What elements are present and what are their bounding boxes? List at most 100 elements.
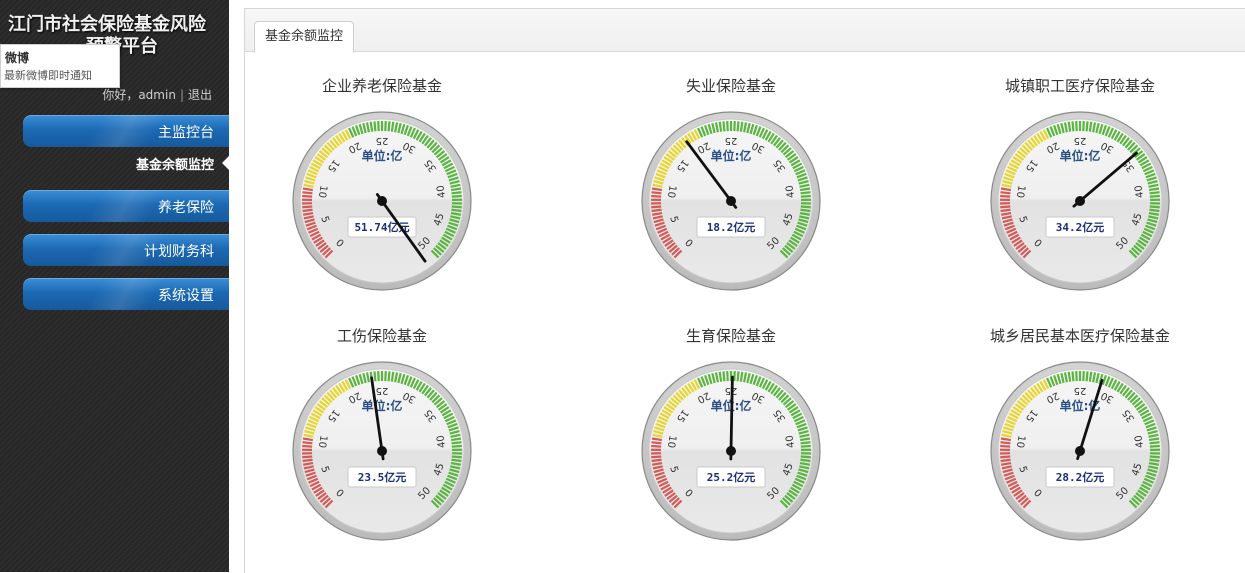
gauge-zone-tick [1000, 442, 1010, 443]
tab-bar: 基金余额监控 [245, 9, 1245, 52]
gauge-zone-tick [451, 460, 461, 461]
gauge-tick-label: 25 [725, 135, 738, 146]
gauge-zone-tick [1001, 188, 1011, 190]
gauge-dial: 05101520253035404550单位:亿23.5亿元 [291, 360, 473, 542]
gauge-zone-tick [800, 210, 810, 211]
gauge-zone-tick [302, 206, 312, 207]
gauge-zone-tick [652, 438, 662, 440]
gauge-zone-tick [1150, 442, 1160, 443]
gauge-zone-tick [800, 188, 810, 190]
gauge-zone-tick [1090, 122, 1091, 132]
user-info: 你好，admin | 退出 [100, 86, 214, 103]
gauge-zone-tick [1087, 121, 1088, 131]
gauge-zone-tick [303, 438, 313, 440]
gauge-zone-tick [652, 460, 662, 461]
nav-main-console[interactable]: 主监控台 [23, 115, 229, 147]
gauge-title-urban-employee-medical: 城镇职工医疗保险基金 [930, 75, 1230, 96]
gauge-unit-label: 单位:亿 [1060, 148, 1101, 163]
nav-finance[interactable]: 计划财务科 [23, 234, 229, 266]
gauge-zone-tick [1069, 122, 1070, 132]
gauge-title-urban-rural-medical: 城乡居民基本医疗保险基金 [930, 325, 1230, 346]
gauge-zone-tick [651, 206, 661, 207]
active-caret-icon [222, 156, 229, 170]
gauge-tick-label: 10 [1014, 434, 1027, 448]
gauge-zone-tick [801, 192, 811, 193]
gauge-zone-tick [302, 192, 312, 193]
gauge-zone-tick [1069, 372, 1070, 382]
gauge-zone-tick [374, 371, 375, 381]
gauge-zone-tick [651, 196, 661, 197]
nav-main-console-label: 主监控台 [158, 122, 214, 142]
gauge-tick-label: 25 [376, 385, 389, 396]
gauge-zone-tick [374, 121, 375, 131]
gauge-tick-label: 40 [1133, 434, 1146, 448]
gauge-zone-tick [720, 122, 721, 132]
gauge-zone-tick [389, 121, 390, 131]
gauge-tick-label: 40 [784, 184, 797, 198]
gauge-hub [1075, 196, 1085, 206]
user-separator: | [180, 88, 184, 102]
gauge-dial: 05101520253035404550单位:亿51.74亿元 [291, 110, 473, 292]
gauge-zone-tick [389, 371, 390, 381]
nav-finance-label: 计划财务科 [144, 241, 214, 261]
gauge-zone-tick [741, 122, 742, 132]
gauge-zone-tick [652, 210, 662, 211]
gauge-zone-tick [651, 442, 661, 443]
gauge-zone-tick [1150, 456, 1160, 457]
gauge-zone-tick [1072, 371, 1073, 381]
gauge-zone-tick [371, 122, 372, 132]
gauge-readout-value: 25.2亿元 [707, 470, 756, 484]
gauge-dial: 05101520253035404550单位:亿18.2亿元 [640, 110, 822, 292]
gauge-hub [377, 196, 387, 206]
gauge-unit-label: 单位:亿 [362, 148, 403, 163]
gauge-unit-label: 单位:亿 [711, 148, 752, 163]
gauge-readout-value: 18.2亿元 [707, 220, 756, 234]
gauge-zone-tick [452, 206, 462, 207]
gauge-title-enterprise-pension: 企业养老保险基金 [232, 75, 532, 96]
gauge-zone-tick [652, 188, 662, 190]
gauge-urban-employee-medical: 05101520253035404550单位:亿34.2亿元 [989, 110, 1171, 292]
gauge-zone-tick [303, 460, 313, 461]
gauge-zone-tick [1150, 192, 1160, 193]
gauge-zone-tick [451, 188, 461, 190]
gauge-zone-tick [1149, 438, 1159, 440]
gauge-zone-tick [651, 446, 661, 447]
gauge-zone-tick [1149, 210, 1159, 211]
gauge-hub [726, 446, 736, 456]
gauge-zone-tick [1087, 371, 1088, 381]
gauge-tick-label: 25 [1074, 385, 1087, 396]
gauge-tick-label: 40 [435, 184, 448, 198]
gauge-work-injury: 05101520253035404550单位:亿23.5亿元 [291, 360, 473, 542]
gauge-zone-tick [452, 442, 462, 443]
gauge-zone-tick [302, 442, 312, 443]
nav-pension[interactable]: 养老保险 [23, 190, 229, 222]
gauge-zone-tick [741, 372, 742, 382]
gauge-tick-label: 25 [1074, 135, 1087, 146]
gauge-zone-tick [1000, 196, 1010, 197]
gauge-zone-tick [1000, 206, 1010, 207]
logout-link[interactable]: 退出 [188, 88, 212, 102]
user-greeting: 你好，admin [102, 88, 176, 102]
gauge-zone-tick [800, 460, 810, 461]
gauge-zone-tick [1072, 121, 1073, 131]
gauge-tick-label: 40 [435, 434, 448, 448]
gauge-zone-tick [801, 446, 811, 447]
gauge-dial: 05101520253035404550单位:亿25.2亿元 [640, 360, 822, 542]
weibo-notification-popup[interactable]: 微博 最新微博即时通知 [0, 44, 120, 88]
nav-fund-balance-monitor[interactable]: 基金余额监控 [23, 149, 229, 177]
gauge-zone-tick [302, 196, 312, 197]
gauge-hub [726, 196, 736, 206]
gauge-hub [377, 446, 387, 456]
gauge-zone-tick [1000, 192, 1010, 193]
tab-fund-balance-monitor[interactable]: 基金余额监控 [254, 21, 354, 53]
gauge-zone-tick [452, 446, 462, 447]
gauge-tick-label: 10 [316, 434, 329, 448]
gauge-dial: 05101520253035404550单位:亿34.2亿元 [989, 110, 1171, 292]
main-content: 基金余额监控 企业养老保险基金 失业保险基金 城镇职工医疗保险基金 工伤保险基金… [244, 8, 1245, 573]
gauge-zone-tick [651, 192, 661, 193]
gauge-zone-tick [801, 196, 811, 197]
gauge-zone-tick [1090, 372, 1091, 382]
gauge-zone-tick [1001, 460, 1011, 461]
nav-settings[interactable]: 系统设置 [23, 278, 229, 310]
gauge-zone-tick [452, 192, 462, 193]
